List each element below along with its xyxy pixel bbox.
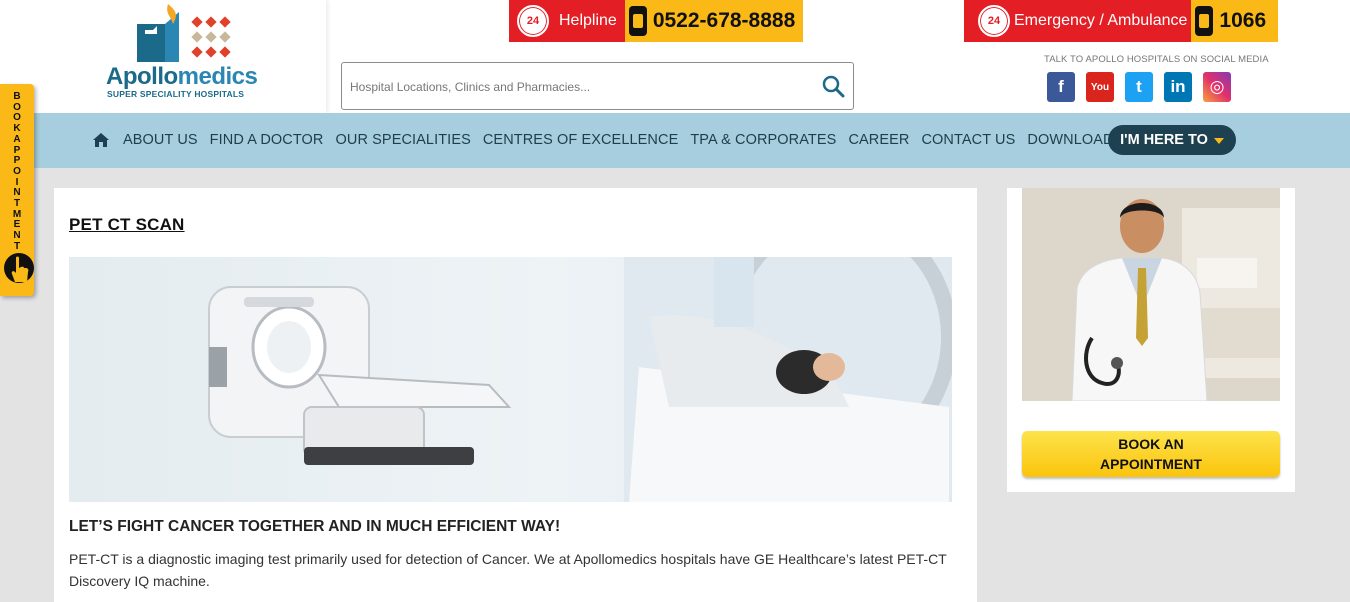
im-here-to-dropdown[interactable]: I'M HERE TO: [1108, 125, 1236, 155]
logo-accent-text: medics: [177, 63, 258, 90]
phone-icon: [628, 6, 647, 36]
social-icons: f You t in ◎: [1047, 72, 1231, 102]
pet-ct-machine-illustration: [208, 257, 952, 502]
nav-item-centres-of-excellence[interactable]: CENTRES OF EXCELLENCE: [483, 132, 678, 148]
doctor-image: [1022, 188, 1280, 401]
doctor-illustration: [1022, 188, 1280, 401]
nav-item-about-us[interactable]: ABOUT US: [123, 132, 198, 148]
im-here-to-label: I'M HERE TO: [1120, 132, 1208, 148]
facebook-icon[interactable]: f: [1047, 72, 1075, 102]
helpline-label: Helpline: [559, 12, 617, 29]
emergency-label-box: 24 Emergency / Ambulance: [964, 0, 1192, 42]
helpline-number-box: 0522-678-8888: [624, 0, 804, 42]
book-appointment-button-label: BOOK AN APPOINTMENT: [1091, 434, 1211, 474]
book-line-1: BOOK AN: [1118, 436, 1184, 452]
helpline-label-box: 24 Helpline: [509, 0, 625, 42]
twitter-icon[interactable]: t: [1125, 72, 1153, 102]
emergency-number: 1066: [1219, 9, 1267, 32]
linkedin-icon[interactable]: in: [1164, 72, 1192, 102]
emergency-number-box: 1066: [1191, 0, 1279, 42]
logo-area[interactable]: Apollomedics SUPER SPECIALITY HOSPITALS: [0, 0, 326, 113]
home-icon[interactable]: [92, 132, 110, 148]
apollomedics-logo-icon: [137, 4, 231, 62]
search-input[interactable]: [348, 75, 812, 99]
book-appointment-side-tab[interactable]: BOOKAPPOINTMENT: [0, 84, 34, 296]
instagram-icon[interactable]: ◎: [1203, 72, 1231, 102]
logo-tagline: SUPER SPECIALITY HOSPITALS: [107, 89, 245, 99]
content-subheading: LET’S FIGHT CANCER TOGETHER AND IN MUCH …: [69, 518, 561, 535]
site-header: Apollomedics SUPER SPECIALITY HOSPITALS …: [0, 0, 1350, 113]
logo-wordmark: Apollomedics: [106, 63, 258, 90]
emergency-label: Emergency / Ambulance: [1014, 12, 1188, 29]
nav-item-find-a-doctor[interactable]: FIND A DOCTOR: [210, 132, 324, 148]
main-content-card: PET CT SCAN LET’S FIGHT CANCER TOGETHER …: [54, 188, 977, 602]
sidebar-card: BOOK AN APPOINTMENT: [1007, 188, 1295, 492]
youtube-icon[interactable]: You: [1086, 72, 1114, 102]
logo-main-text: Apollo: [106, 63, 178, 90]
nav-item-contact-us[interactable]: CONTACT US: [921, 132, 1015, 148]
page-title: PET CT SCAN: [69, 215, 185, 234]
tap-hand-icon: [4, 253, 34, 283]
nav-item-tpa-corporates[interactable]: TPA & CORPORATES: [690, 132, 836, 148]
pet-ct-hero-image: [69, 257, 952, 502]
24-hours-badge-icon: 24: [978, 5, 1010, 37]
search-icon[interactable]: [821, 74, 845, 98]
helpline-banner[interactable]: 24 Helpline 0522-678-8888: [509, 0, 804, 42]
search-box[interactable]: [341, 62, 854, 110]
nav-menu: ABOUT US FIND A DOCTOR OUR SPECIALITIES …: [92, 132, 1190, 148]
nav-item-career[interactable]: CAREER: [848, 132, 909, 148]
emergency-banner[interactable]: 24 Emergency / Ambulance 1066: [964, 0, 1279, 42]
book-appointment-tab-label: BOOKAPPOINTMENT: [12, 91, 22, 252]
social-media-label: TALK TO APOLLO HOSPITALS ON SOCIAL MEDIA: [1044, 54, 1269, 65]
main-navigation: ABOUT US FIND A DOCTOR OUR SPECIALITIES …: [0, 113, 1350, 168]
caret-down-icon: [1213, 138, 1224, 144]
nav-item-our-specialities[interactable]: OUR SPECIALITIES: [336, 132, 471, 148]
content-body: PET-CT is a diagnostic imaging test prim…: [69, 551, 947, 589]
helpline-number: 0522-678-8888: [652, 9, 796, 32]
book-appointment-button[interactable]: BOOK AN APPOINTMENT: [1022, 431, 1280, 477]
book-line-2: APPOINTMENT: [1100, 456, 1202, 472]
phone-icon: [1195, 6, 1214, 36]
24-hours-badge-icon: 24: [517, 5, 549, 37]
